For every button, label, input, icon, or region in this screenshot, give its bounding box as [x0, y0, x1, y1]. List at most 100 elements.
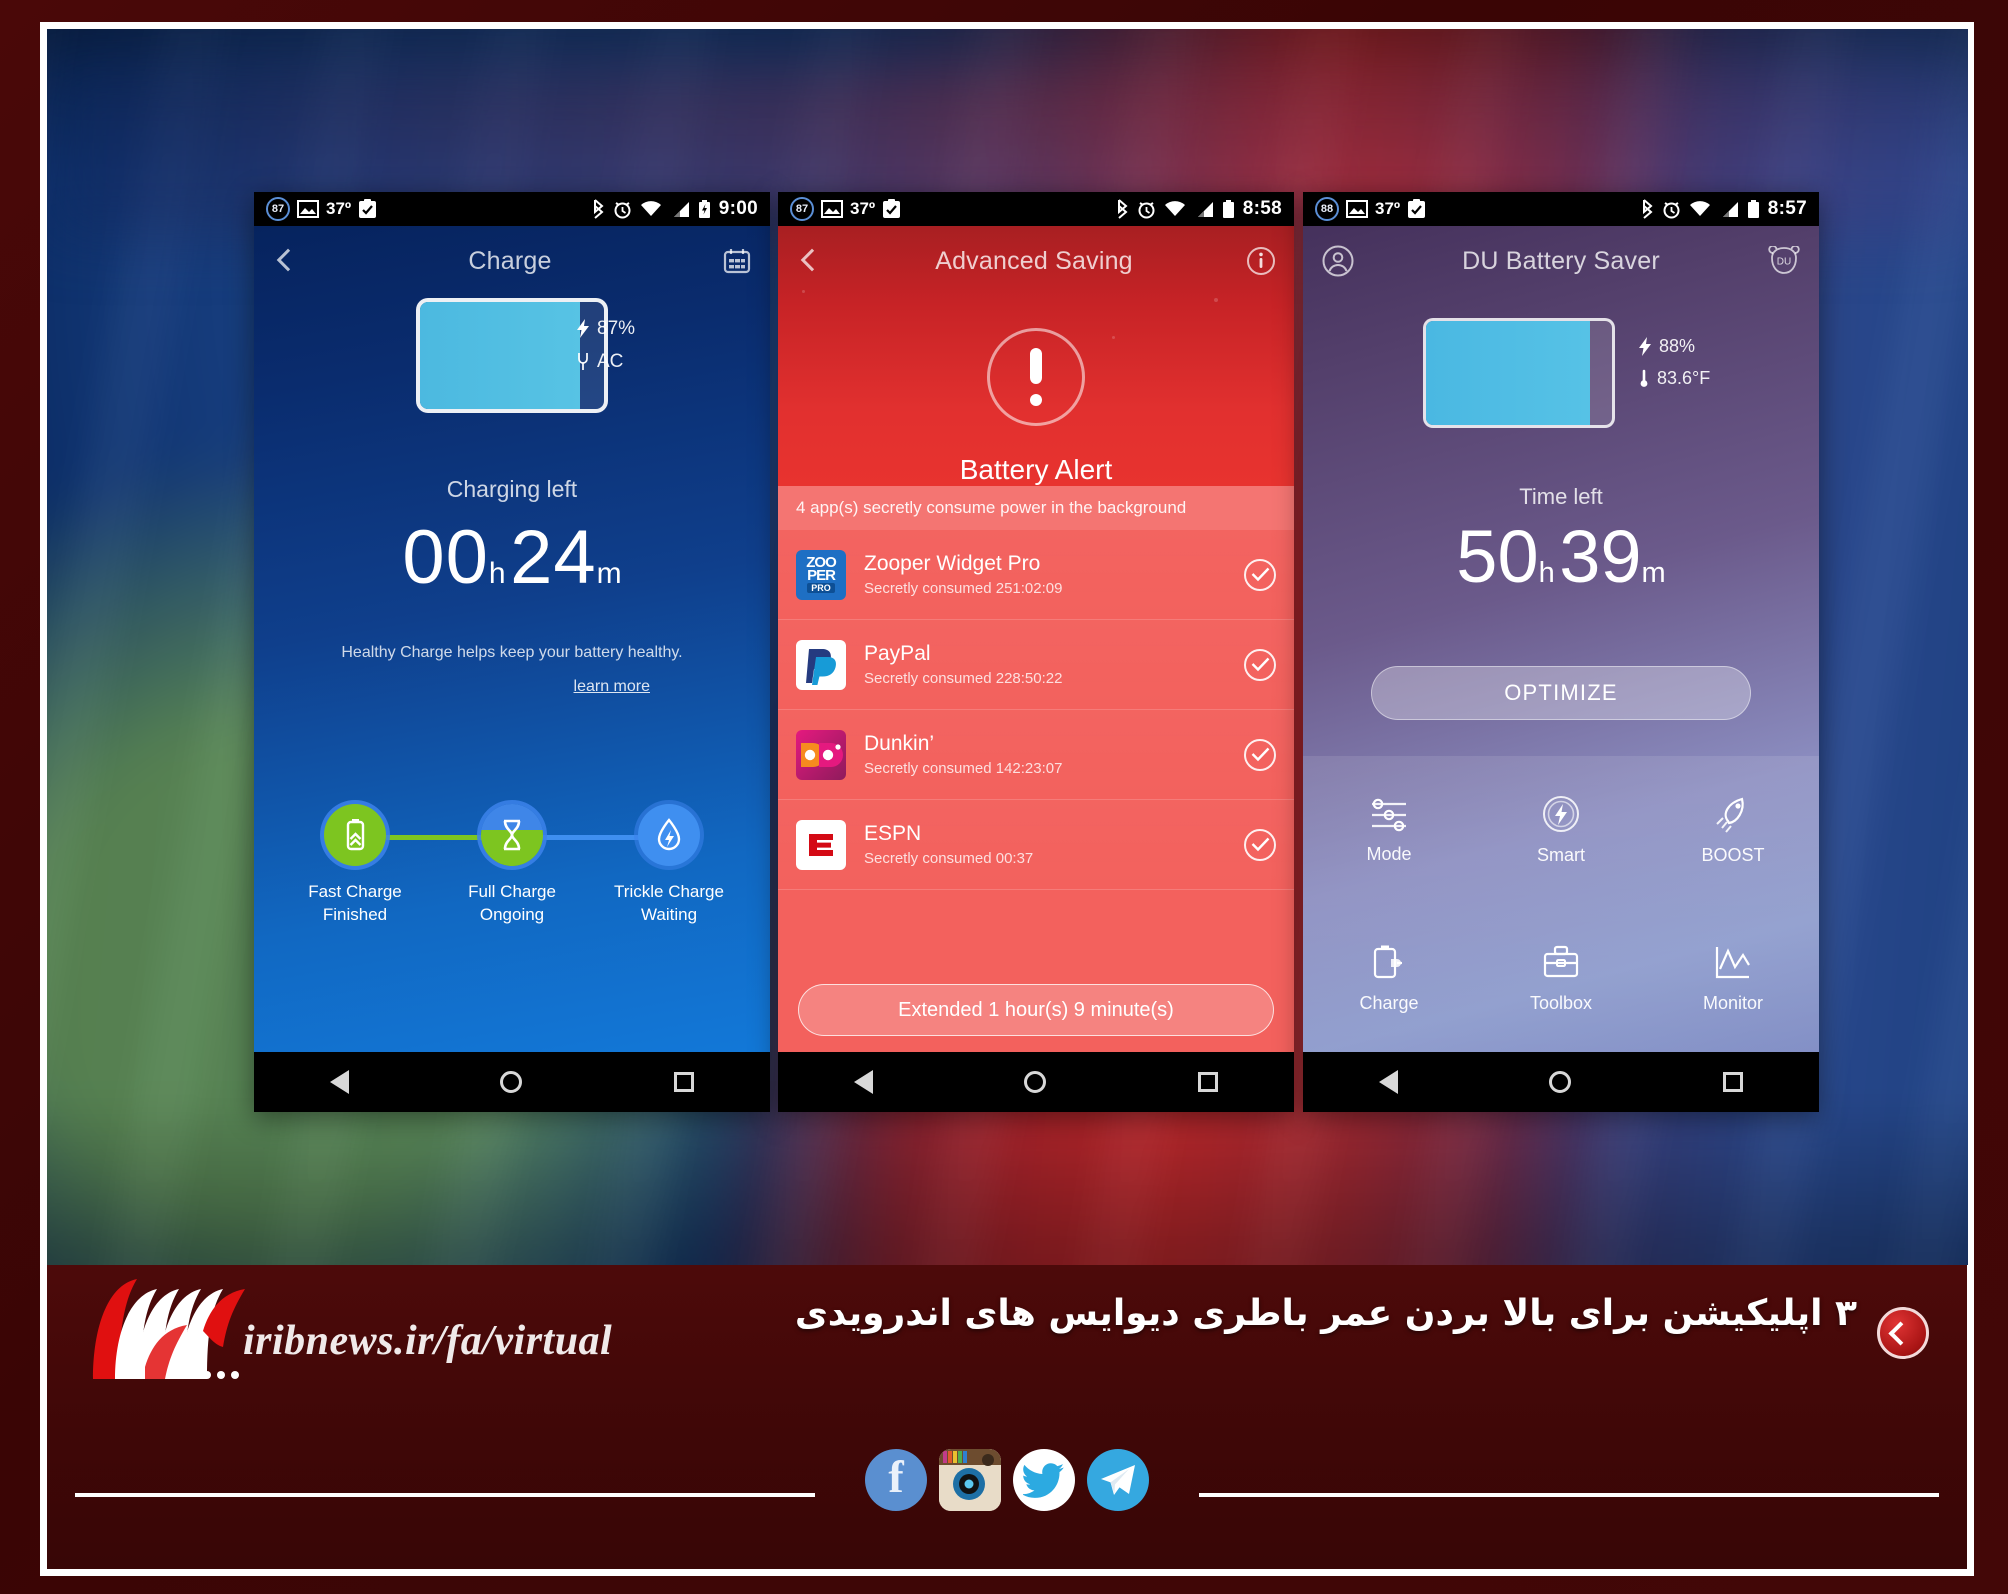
- status-battery-badge: 87: [790, 197, 814, 221]
- home-circle-icon[interactable]: [1549, 1071, 1572, 1093]
- status-bar-phone3: 88 37º 8:57: [1303, 192, 1819, 226]
- back-chevron-icon[interactable]: [796, 248, 822, 274]
- facebook-icon[interactable]: f: [865, 1449, 927, 1511]
- tool-mode[interactable]: Mode: [1303, 756, 1475, 904]
- recents-square-icon[interactable]: [1723, 1072, 1744, 1092]
- app-name: Dunkin’: [864, 732, 935, 755]
- status-temperature: 37º: [850, 199, 876, 218]
- tool-toolbox[interactable]: Toolbox: [1475, 904, 1647, 1052]
- social-links: f: [865, 1449, 1149, 1511]
- list-item[interactable]: PayPal Secretly consumed 228:50:22: [778, 620, 1294, 710]
- appbar-phone3: DU Battery Saver DU: [1303, 226, 1819, 296]
- learn-more-link[interactable]: learn more: [574, 678, 650, 696]
- time-left-value: 50h 39m: [1303, 514, 1819, 599]
- hero-image: 87 37º 9:00 Charge 87% AC Charging left …: [47, 29, 1968, 1265]
- back-triangle-icon[interactable]: [1378, 1070, 1398, 1094]
- droplet-bolt-icon: [638, 804, 700, 866]
- app-name: ESPN: [864, 822, 922, 845]
- decor-speck: [984, 266, 988, 270]
- battery-stats-phone3: 88% 83.6°F: [1638, 330, 1710, 394]
- check-circle-icon[interactable]: [1244, 738, 1276, 771]
- account-circle-icon[interactable]: [1321, 244, 1355, 278]
- recents-square-icon[interactable]: [1198, 1072, 1219, 1092]
- check-circle-icon[interactable]: [1244, 828, 1276, 861]
- bluetooth-icon: [592, 199, 605, 219]
- du-bear-icon[interactable]: DU: [1767, 246, 1801, 276]
- svg-text:DU: DU: [1777, 257, 1791, 268]
- tool-boost[interactable]: BOOST: [1647, 756, 1819, 904]
- instagram-icon[interactable]: [939, 1449, 1001, 1511]
- minutes-value: 39: [1559, 515, 1642, 598]
- recents-square-icon[interactable]: [674, 1072, 695, 1092]
- signal-icon: [1194, 201, 1214, 218]
- home-circle-icon[interactable]: [500, 1071, 523, 1093]
- signal-icon: [1719, 201, 1739, 218]
- battery-percent: 87%: [597, 318, 636, 339]
- tool-smart[interactable]: Smart: [1475, 756, 1647, 904]
- bolt-icon: [576, 319, 590, 338]
- status-time: 8:57: [1767, 198, 1807, 219]
- minutes-value: 24: [510, 515, 597, 600]
- exclamation-circle-icon: [987, 328, 1085, 426]
- twitter-icon[interactable]: [1013, 1449, 1075, 1511]
- app-name: PayPal: [864, 642, 931, 665]
- status-battery-badge: 87: [266, 197, 290, 221]
- stage-state: Waiting: [640, 905, 698, 924]
- espn-icon: [796, 819, 846, 870]
- hours-value: 00: [402, 515, 489, 600]
- check-circle-icon[interactable]: [1244, 558, 1276, 591]
- back-triangle-icon[interactable]: [853, 1070, 873, 1094]
- alarm-icon: [613, 200, 632, 219]
- battery-graphic: [1423, 318, 1615, 428]
- list-item[interactable]: ZOO PER PRO Zooper Widget Pro Secretly con…: [778, 530, 1294, 620]
- wifi-icon: [1164, 200, 1186, 218]
- stage-state: Ongoing: [479, 905, 545, 924]
- navbar-phone1: [254, 1052, 770, 1112]
- battery-percent: 88%: [1659, 336, 1696, 356]
- banner-top-row: iribnews.ir/fa/virtual ۳ اپلیکیشن برای ب…: [47, 1265, 1967, 1393]
- battery-icon: [1747, 199, 1760, 219]
- bolt-icon: [1638, 336, 1652, 356]
- page-title: Advanced Saving: [935, 246, 1133, 275]
- alarm-icon: [1137, 200, 1156, 219]
- alert-title: Battery Alert: [959, 454, 1113, 485]
- back-chevron-icon[interactable]: [272, 248, 298, 274]
- stage-state: Finished: [322, 905, 388, 924]
- info-icon[interactable]: [1246, 246, 1276, 276]
- app-consumed: Secretly consumed 00:37: [864, 850, 1034, 867]
- extended-time-button[interactable]: Extended 1 hour(s) 9 minute(s): [798, 984, 1274, 1036]
- list-item[interactable]: Dunkin’ Secretly consumed 142:23:07: [778, 710, 1294, 800]
- dunkin-icon: [796, 729, 846, 780]
- stage-title: Fast Charge: [308, 882, 402, 901]
- calendar-icon[interactable]: [722, 246, 752, 276]
- app-consumed: Secretly consumed 228:50:22: [864, 670, 1063, 687]
- advanced-saving-body: Advanced Saving Battery Alert 4 app(s) s…: [778, 226, 1294, 1052]
- stage-connector-2: [533, 835, 651, 840]
- decor-speck: [802, 290, 805, 293]
- optimize-button[interactable]: OPTIMIZE: [1371, 666, 1751, 720]
- stage-trickle-charge: Trickle Charge Waiting: [594, 804, 744, 926]
- page-title: DU Battery Saver: [1462, 246, 1660, 275]
- appbar-phone1: Charge: [254, 226, 770, 296]
- charge-screen-body: Charge 87% AC Charging left 00h 24m Heal…: [254, 226, 770, 1052]
- battery-charging-icon: [698, 199, 711, 219]
- status-time: 9:00: [718, 198, 758, 219]
- stage-title: Trickle Charge: [614, 882, 724, 901]
- tool-label: Charge: [1359, 992, 1419, 1013]
- stage-title: Full Charge: [468, 882, 556, 901]
- app-name: Zooper Widget Pro: [864, 552, 1041, 575]
- home-circle-icon[interactable]: [1024, 1071, 1047, 1093]
- check-circle-icon[interactable]: [1244, 648, 1276, 681]
- telegram-icon[interactable]: [1087, 1449, 1149, 1511]
- status-battery-badge: 88: [1315, 197, 1339, 221]
- tool-label: Toolbox: [1529, 992, 1593, 1013]
- previous-arrow-icon[interactable]: [1877, 1307, 1929, 1359]
- tool-monitor[interactable]: Monitor: [1647, 904, 1819, 1052]
- tool-charge[interactable]: Charge: [1303, 904, 1475, 1052]
- back-triangle-icon[interactable]: [329, 1070, 349, 1094]
- list-item[interactable]: ESPN Secretly consumed 00:37: [778, 800, 1294, 890]
- status-bar-right-phone3: 8:57: [1641, 198, 1807, 220]
- image-icon: [297, 200, 319, 218]
- clipboard-check-icon: [882, 199, 901, 219]
- tools-grid: Mode Smart BOOST Charge Toolbox Monitor: [1303, 756, 1819, 1052]
